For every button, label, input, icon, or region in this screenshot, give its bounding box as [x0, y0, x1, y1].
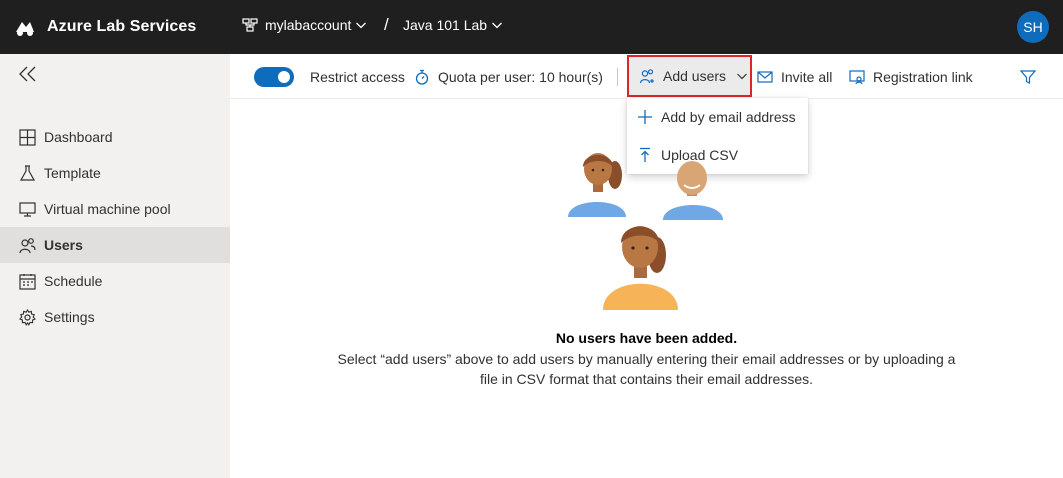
person-illustration-back-right [663, 161, 723, 220]
invite-all-button[interactable]: Invite all [757, 54, 832, 99]
sidebar-item-label: Virtual machine pool [44, 201, 171, 217]
sidebar-item-virtual-machine-pool[interactable]: Virtual machine pool [0, 191, 230, 227]
toolbar-divider [617, 68, 618, 86]
sidebar: Dashboard Template Virtual machine pool … [0, 54, 230, 478]
user-avatar[interactable]: SH [1017, 11, 1049, 43]
azure-lab-logo-icon [16, 22, 34, 36]
registration-link-icon [849, 69, 865, 84]
empty-state-description: Select “add users” above to add users by… [337, 351, 956, 387]
no-users-illustration [568, 153, 723, 310]
breadcrumb-separator: / [384, 15, 389, 34]
sidebar-item-label: Users [44, 237, 83, 253]
sidebar-item-users[interactable]: Users [0, 227, 230, 263]
registration-link-label: Registration link [873, 68, 973, 85]
chevron-down-icon [356, 22, 367, 29]
chevron-down-icon [737, 73, 747, 80]
filter-icon [1020, 69, 1036, 84]
sidebar-item-schedule[interactable]: Schedule [0, 263, 230, 299]
command-bar: Restrict access Quota per user: 10 hour(… [230, 54, 1063, 99]
add-users-icon [639, 69, 654, 84]
sidebar-item-label: Template [44, 165, 101, 181]
sidebar-item-label: Schedule [44, 273, 103, 289]
lab-account-icon [242, 18, 258, 32]
users-icon [19, 237, 36, 253]
quota-button[interactable]: Quota per user: 10 hour(s) [414, 54, 603, 99]
chevron-down-icon [492, 22, 503, 29]
sidebar-item-dashboard[interactable]: Dashboard [0, 119, 230, 155]
toggle-switch[interactable] [254, 66, 294, 87]
monitor-icon [19, 201, 36, 217]
sidebar-item-settings[interactable]: Settings [0, 299, 230, 335]
add-users-button[interactable]: Add users [627, 55, 752, 97]
brand[interactable]: Azure Lab Services [14, 14, 196, 40]
plus-icon [638, 110, 652, 124]
filter-button[interactable] [1020, 54, 1036, 99]
gear-icon [19, 308, 36, 326]
lab-name: Java 101 Lab [403, 17, 488, 33]
calendar-icon [19, 273, 36, 290]
person-illustration-front [603, 226, 678, 310]
sidebar-item-label: Settings [44, 309, 95, 325]
sidebar-item-template[interactable]: Template [0, 155, 230, 191]
empty-state-title: No users have been added. [555, 330, 738, 346]
flask-icon [19, 164, 36, 181]
quota-label: Quota per user: 10 hour(s) [438, 68, 603, 85]
stopwatch-icon [415, 69, 429, 85]
sidebar-item-label: Dashboard [44, 129, 113, 145]
restrict-access-toggle[interactable]: Restrict access [254, 54, 405, 99]
menu-item-label: Add by email address [661, 109, 796, 125]
person-illustration-back-left [568, 153, 626, 217]
invite-all-label: Invite all [781, 68, 833, 85]
lab-account-selector[interactable]: mylabaccount [242, 17, 367, 33]
top-bar: Azure Lab Services mylabaccount / Java 1… [0, 0, 1063, 54]
collapse-sidebar-icon[interactable] [19, 66, 37, 82]
lab-account-name: mylabaccount [265, 17, 352, 33]
menu-item-add-by-email[interactable]: Add by email address [627, 98, 808, 136]
add-users-label: Add users [663, 68, 727, 84]
mail-icon [757, 70, 773, 83]
restrict-access-label: Restrict access [310, 68, 405, 85]
app-name: Azure Lab Services [47, 18, 197, 35]
registration-link-button[interactable]: Registration link [849, 54, 973, 99]
lab-selector[interactable]: Java 101 Lab [403, 17, 503, 33]
dashboard-icon [19, 128, 36, 146]
